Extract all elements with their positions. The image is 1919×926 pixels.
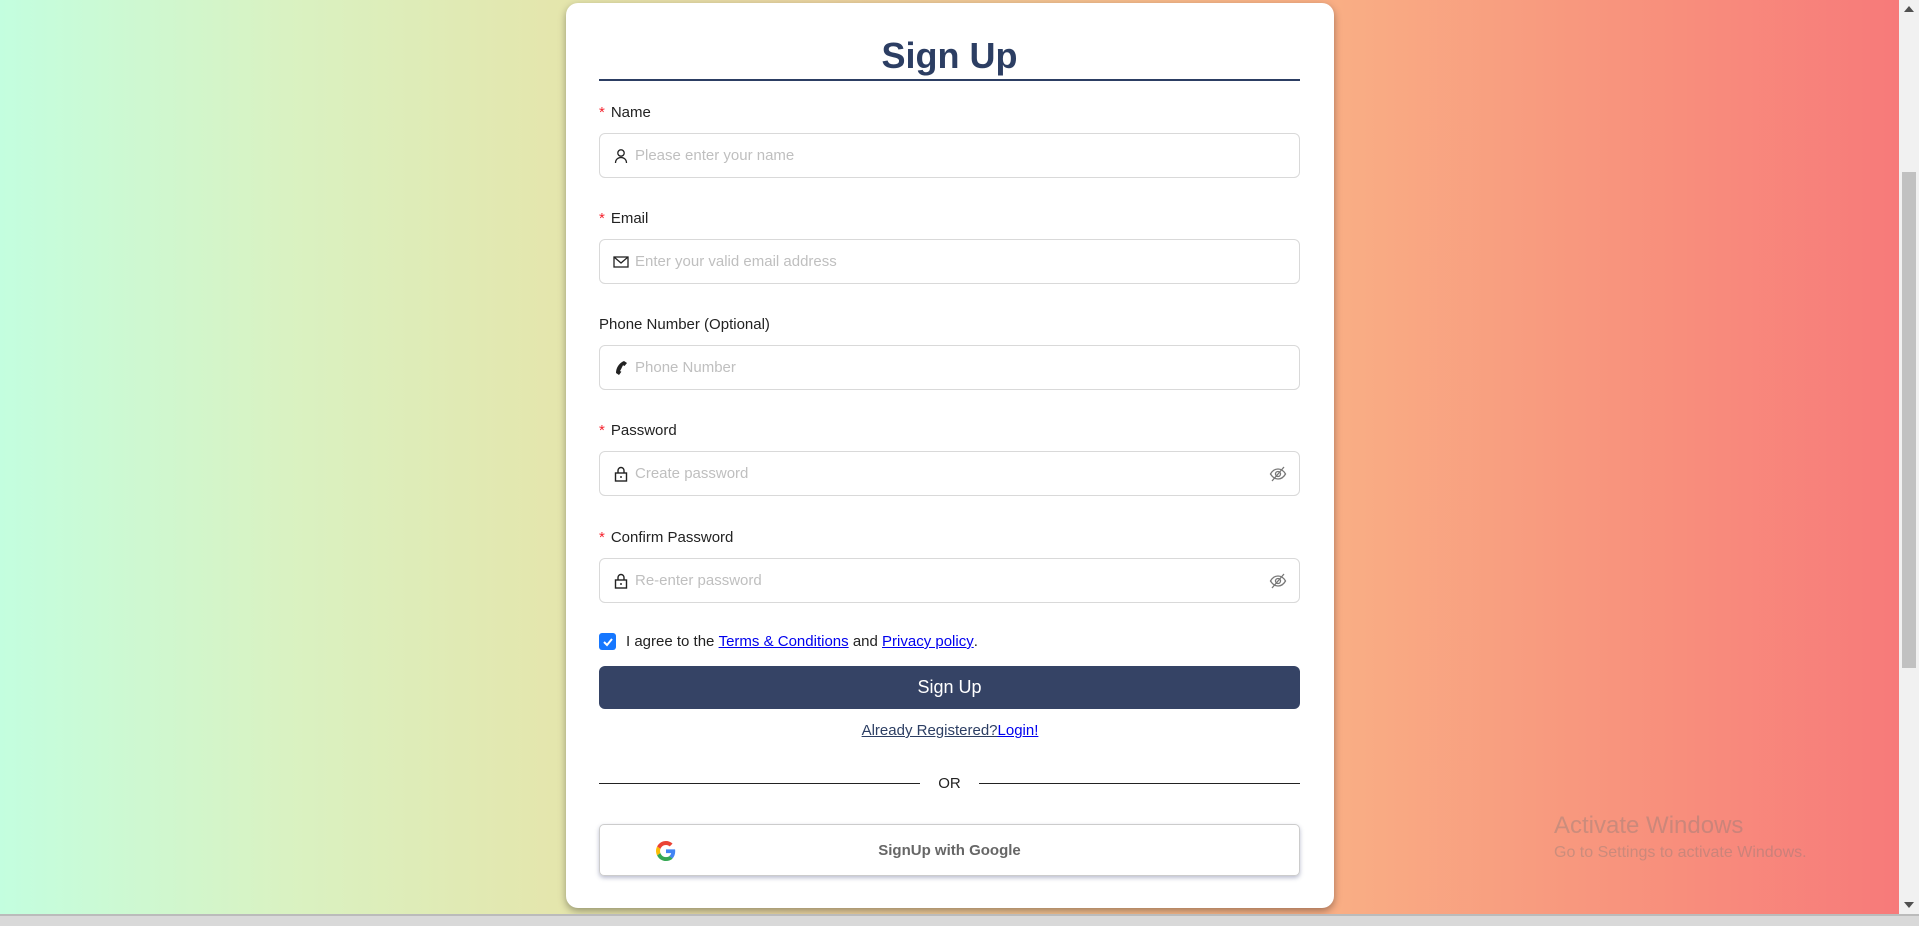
google-label: SignUp with Google [878, 841, 1021, 859]
taskbar [0, 914, 1919, 926]
phone-label: Phone Number (Optional) [599, 316, 770, 333]
signup-card: Sign Up * Name * Email Phone Number (Optio… [566, 3, 1334, 908]
vertical-scrollbar[interactable] [1899, 0, 1919, 914]
email-input[interactable] [635, 253, 1299, 270]
scroll-thumb[interactable] [1902, 172, 1916, 668]
phone-icon [616, 360, 627, 375]
login-prompt: Already Registered?Login! [566, 722, 1334, 739]
agree-text: I agree to the [626, 633, 715, 650]
confirm-password-input[interactable] [635, 572, 1299, 589]
name-input[interactable] [635, 147, 1299, 164]
watermark-title: Activate Windows [1554, 812, 1744, 839]
required-mark: * [599, 210, 605, 227]
terms-link[interactable]: Terms & Conditions [719, 633, 849, 650]
watermark-subtitle: Go to Settings to activate Windows. [1554, 844, 1807, 861]
email-field[interactable] [599, 239, 1300, 284]
signup-button[interactable]: Sign Up [599, 666, 1300, 709]
agree-row: I agree to the Terms & Conditions and Pr… [599, 633, 978, 650]
eye-invisible-icon[interactable] [1269, 465, 1287, 483]
already-registered-text[interactable]: Already Registered? [862, 722, 998, 739]
scroll-down-arrow-icon[interactable] [1904, 902, 1914, 908]
lock-icon [614, 573, 628, 589]
scroll-up-arrow-icon[interactable] [1904, 6, 1914, 12]
title-underline [599, 79, 1300, 81]
password-input[interactable] [635, 465, 1299, 482]
name-field[interactable] [599, 133, 1300, 178]
user-icon [614, 148, 628, 163]
required-mark: * [599, 104, 605, 121]
lock-icon [614, 466, 628, 482]
password-label: * Password [599, 422, 677, 439]
label-text: Phone Number (Optional) [599, 316, 770, 333]
or-divider: OR [599, 775, 1300, 792]
label-text: Email [610, 210, 649, 227]
required-mark: * [599, 422, 605, 439]
divider-line [978, 783, 1300, 784]
page-title: Sign Up [881, 35, 1018, 76]
and-text: and [852, 633, 878, 650]
google-signup-button[interactable]: SignUp with Google [599, 824, 1300, 876]
confirm-password-field[interactable] [599, 558, 1300, 603]
phone-input[interactable] [635, 359, 1299, 376]
label-text: Password [610, 422, 677, 439]
eye-invisible-icon[interactable] [1269, 572, 1287, 590]
google-icon [656, 841, 676, 861]
password-field[interactable] [599, 451, 1300, 496]
windows-activation-watermark: Activate Windows Go to Settings to activ… [1554, 812, 1807, 862]
confirm-password-label: * Confirm Password [599, 529, 733, 546]
or-label: OR [938, 775, 961, 792]
agree-checkbox[interactable] [599, 633, 616, 650]
phone-field[interactable] [599, 345, 1300, 390]
label-text: Confirm Password [610, 529, 734, 546]
login-link[interactable]: Login! [998, 722, 1039, 739]
privacy-link[interactable]: Privacy policy [882, 633, 974, 650]
label-text: Name [610, 104, 651, 121]
divider-line [599, 783, 921, 784]
name-label: * Name [599, 104, 651, 121]
check-icon [602, 637, 613, 646]
email-label: * Email [599, 210, 648, 227]
required-mark: * [599, 529, 605, 546]
mail-icon [613, 255, 629, 268]
period: . [973, 633, 978, 650]
page-background: Sign Up * Name * Email Phone Number (Optio… [0, 0, 1899, 914]
